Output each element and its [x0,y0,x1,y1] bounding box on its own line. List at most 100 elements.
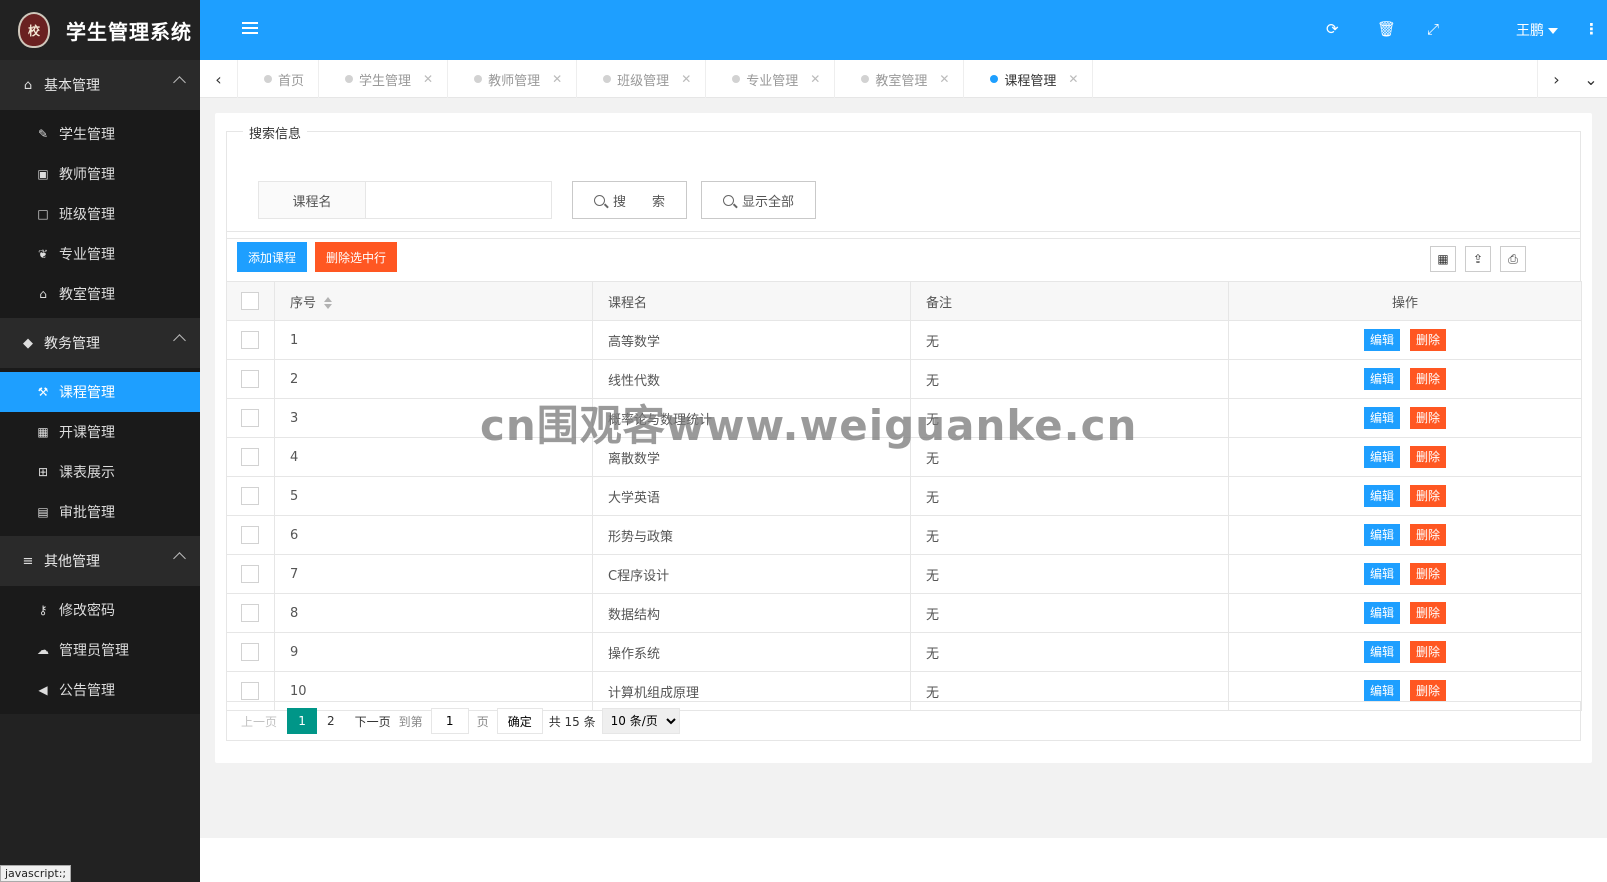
row-checkbox[interactable] [241,487,259,505]
fullscreen-icon[interactable]: ⤢ [1427,20,1439,38]
sidebar-item-timetable[interactable]: ⊞ 课表展示 [0,452,200,492]
edit-button[interactable]: 编辑 [1363,368,1400,390]
tab-close-icon[interactable]: ✕ [552,72,562,86]
menu-toggle-icon[interactable] [242,22,258,36]
nav-group-title-other[interactable]: ≡ 其他管理 [0,536,200,586]
sort-icon[interactable] [324,297,333,309]
header-index[interactable]: 序号 [274,281,593,321]
export-icon[interactable]: ⇪ [1465,246,1491,272]
delete-button[interactable]: 删除 [1410,524,1447,546]
course-name-input[interactable] [366,181,552,219]
select-all-checkbox[interactable] [241,292,259,310]
trash-icon[interactable]: 🗑 [1377,20,1396,38]
sidebar-item-change-password[interactable]: ⚷ 修改密码 [0,590,200,630]
edit-button[interactable]: 编辑 [1363,680,1400,702]
edit-button[interactable]: 编辑 [1363,407,1400,429]
page-1-button[interactable]: 1 [287,708,318,734]
tab-close-icon[interactable]: ✕ [939,72,949,86]
nav-group-title-basic[interactable]: ⌂ 基本管理 [0,60,200,110]
delete-button[interactable]: 删除 [1410,680,1447,702]
add-course-button[interactable]: 添加课程 [237,242,308,272]
edit-button[interactable]: 编辑 [1363,524,1400,546]
delete-button[interactable]: 删除 [1410,602,1447,624]
delete-button[interactable]: 删除 [1410,563,1447,585]
columns-filter-icon[interactable]: ▦ [1430,246,1456,272]
edit-button[interactable]: 编辑 [1363,485,1400,507]
tab-course[interactable]: 课程管理 ✕ [964,60,1094,98]
tab-classroom[interactable]: 教室管理 ✕ [835,60,965,98]
nav-group-title-academic[interactable]: ◆ 教务管理 [0,318,200,368]
cell-note: 无 [910,359,1229,399]
cell-index: 6 [274,515,593,555]
delete-button[interactable]: 删除 [1410,446,1447,468]
print-icon[interactable]: ⎙ [1500,246,1526,272]
tab-close-icon[interactable]: ✕ [423,72,433,86]
prev-page-button[interactable]: 上一页 [241,713,277,730]
delete-button[interactable]: 删除 [1410,407,1447,429]
delete-selected-button[interactable]: 删除选中行 [315,242,398,272]
tab-dot [861,75,870,83]
table-row: 9 操作系统无编辑 删除 [226,632,1582,672]
sidebar-item-teacher[interactable]: ▣ 教师管理 [0,154,200,194]
edit-button[interactable]: 编辑 [1363,446,1400,468]
edit-button[interactable]: 编辑 [1363,641,1400,663]
row-checkbox[interactable] [241,526,259,544]
sidebar-item-class[interactable]: □ 班级管理 [0,194,200,234]
cell-note: 无 [910,632,1229,672]
tab-close-icon[interactable]: ✕ [681,72,691,86]
table-row: 2 线性代数无编辑 删除 [226,359,1582,399]
cell-course-name: 操作系统 [592,632,911,672]
tab-home[interactable]: 首页 [238,60,320,98]
search-button[interactable]: 搜 索 [572,181,687,219]
next-page-button[interactable]: 下一页 [355,713,391,730]
sidebar-item-classroom[interactable]: ⌂ 教室管理 [0,274,200,314]
page-2-button[interactable]: 2 [327,714,335,728]
sidebar-item-approval[interactable]: ▤ 审批管理 [0,492,200,532]
row-checkbox[interactable] [241,682,259,700]
row-checkbox[interactable] [241,370,259,388]
sidebar-item-course[interactable]: ⚒ 课程管理 [0,372,200,412]
user-menu[interactable]: 王鹏 [1516,20,1558,40]
nav-group-label: 教务管理 [44,336,100,352]
nav-items-basic: ✎ 学生管理 ▣ 教师管理 □ 班级管理 ❦ 专业管理 ⌂ 教室管理 [0,110,200,318]
delete-button[interactable]: 删除 [1410,641,1447,663]
sidebar-item-major[interactable]: ❦ 专业管理 [0,234,200,274]
edit-button[interactable]: 编辑 [1363,563,1400,585]
goto-confirm-button[interactable]: 确定 [496,708,543,734]
cell-ops: 编辑 删除 [1228,515,1582,555]
edit-button[interactable]: 编辑 [1363,602,1400,624]
sidebar-item-student[interactable]: ✎ 学生管理 [0,114,200,154]
sidebar-item-label: 开课管理 [59,425,115,441]
more-icon[interactable]: ⋮ [1584,20,1599,38]
tab-student[interactable]: 学生管理 ✕ [319,60,449,98]
delete-button[interactable]: 删除 [1410,329,1447,351]
row-checkbox[interactable] [241,565,259,583]
tabs-scroll-left-icon[interactable]: ‹ [200,60,238,98]
tabs-scroll-right-icon[interactable]: › [1537,60,1575,98]
tab-teacher[interactable]: 教师管理 ✕ [448,60,578,98]
tab-close-icon[interactable]: ✕ [1068,72,1078,86]
cell-index: 2 [274,359,593,399]
sidebar-item-open-course[interactable]: ▦ 开课管理 [0,412,200,452]
page-tabs-bar: ‹ 首页 学生管理 ✕ 教师管理 ✕ 班级管理 ✕ 专业管理 ✕ 教室管理 ✕ 课程管理 ✕… [200,60,1607,98]
tab-close-icon[interactable]: ✕ [810,72,820,86]
row-checkbox[interactable] [241,409,259,427]
sidebar-item-admin[interactable]: ☁ 管理员管理 [0,630,200,670]
goto-page-input[interactable] [430,708,469,734]
sidebar-item-label: 公告管理 [59,683,115,699]
table-row: 5 大学英语无编辑 删除 [226,476,1582,516]
tab-class[interactable]: 班级管理 ✕ [577,60,707,98]
row-checkbox[interactable] [241,448,259,466]
tab-major[interactable]: 专业管理 ✕ [706,60,836,98]
show-all-button[interactable]: 显示全部 [701,181,816,219]
row-checkbox[interactable] [241,331,259,349]
row-checkbox[interactable] [241,604,259,622]
row-checkbox[interactable] [241,643,259,661]
delete-button[interactable]: 删除 [1410,368,1447,390]
refresh-icon[interactable]: ⟳ [1326,20,1339,38]
edit-button[interactable]: 编辑 [1363,329,1400,351]
page-size-select[interactable]: 10 条/页 [601,708,680,734]
sidebar-item-notice[interactable]: ◀ 公告管理 [0,670,200,710]
delete-button[interactable]: 删除 [1410,485,1447,507]
tabs-menu-chevron-down-icon[interactable]: ⌄ [1572,60,1607,98]
